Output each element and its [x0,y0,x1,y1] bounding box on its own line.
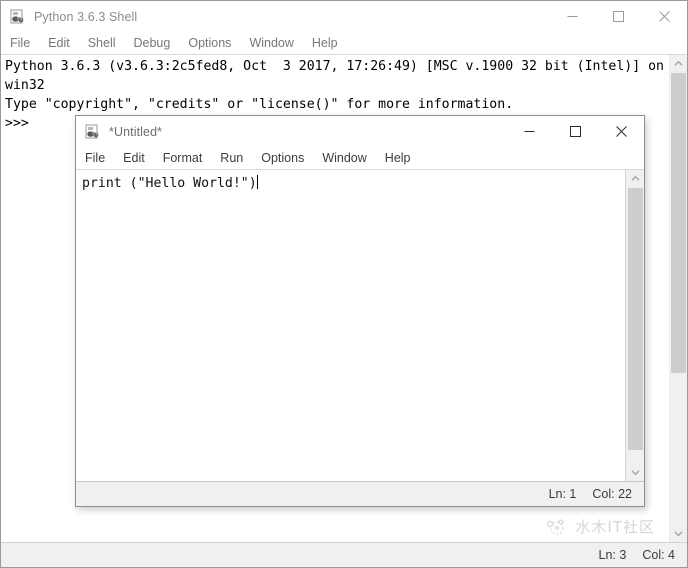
minimize-button[interactable] [549,1,595,32]
editor-menubar: File Edit Format Run Options Window Help [76,147,644,169]
shell-window-title: Python 3.6.3 Shell [34,9,138,24]
shell-output-line-1: Python 3.6.3 (v3.6.3:2c5fed8, Oct 3 2017… [5,59,664,93]
shell-status-col: Col: 4 [642,548,675,562]
editor-code-area[interactable]: print ("Hello World!") [76,170,625,193]
editor-menu-run[interactable]: Run [220,151,252,165]
maximize-button[interactable] [595,1,641,32]
shell-titlebar: Python 3.6.3 Shell [1,1,687,32]
untitled-editor-window: *Untitled* File Edit Format Run Options … [75,115,645,507]
maximize-button[interactable] [552,116,598,147]
editor-menu-help[interactable]: Help [385,151,420,165]
editor-status-col: Col: 22 [592,487,632,501]
editor-window-controls [506,116,644,147]
editor-scrollbar-thumb[interactable] [628,188,643,450]
minimize-button[interactable] [506,116,552,147]
shell-menu-debug[interactable]: Debug [134,36,180,50]
python-icon [10,9,26,25]
editor-menu-format[interactable]: Format [163,151,212,165]
shell-menu-edit[interactable]: Edit [48,36,79,50]
editor-status-line: Ln: 1 [548,487,577,501]
chevron-up-icon[interactable] [627,170,644,187]
editor-body: print ("Hello World!") [76,169,644,481]
chevron-down-icon[interactable] [670,525,687,542]
editor-titlebar: *Untitled* [76,116,644,147]
shell-output-line-2: Type "copyright", "credits" or "license(… [5,97,514,112]
shell-window-controls [549,1,687,32]
editor-code-line-1: print ("Hello World!") [82,176,257,191]
shell-menu-window[interactable]: Window [249,36,302,50]
shell-status-line: Ln: 3 [598,548,627,562]
shell-menu-options[interactable]: Options [188,36,240,50]
close-button[interactable] [598,116,644,147]
editor-text-wrapper: print ("Hello World!") [76,170,626,481]
shell-menu-help[interactable]: Help [312,36,347,50]
editor-menu-window[interactable]: Window [322,151,375,165]
chevron-down-icon[interactable] [627,464,644,481]
editor-status-bar: Ln: 1 Col: 22 [76,481,644,506]
shell-vertical-scrollbar[interactable] [669,55,687,542]
shell-menubar: File Edit Shell Debug Options Window Hel… [1,32,687,55]
close-button[interactable] [641,1,687,32]
editor-window-title: *Untitled* [109,124,163,139]
shell-scrollbar-thumb[interactable] [671,73,686,373]
editor-menu-edit[interactable]: Edit [123,151,154,165]
shell-menu-shell[interactable]: Shell [88,36,125,50]
chevron-up-icon[interactable] [670,55,687,72]
editor-menu-file[interactable]: File [85,151,114,165]
shell-status-bar: Ln: 3 Col: 4 [1,542,687,567]
text-cursor [256,175,258,189]
python-icon [85,124,101,140]
shell-prompt: >>> [5,116,37,131]
shell-menu-file[interactable]: File [10,36,39,50]
editor-vertical-scrollbar[interactable] [626,170,644,481]
editor-menu-options[interactable]: Options [261,151,313,165]
